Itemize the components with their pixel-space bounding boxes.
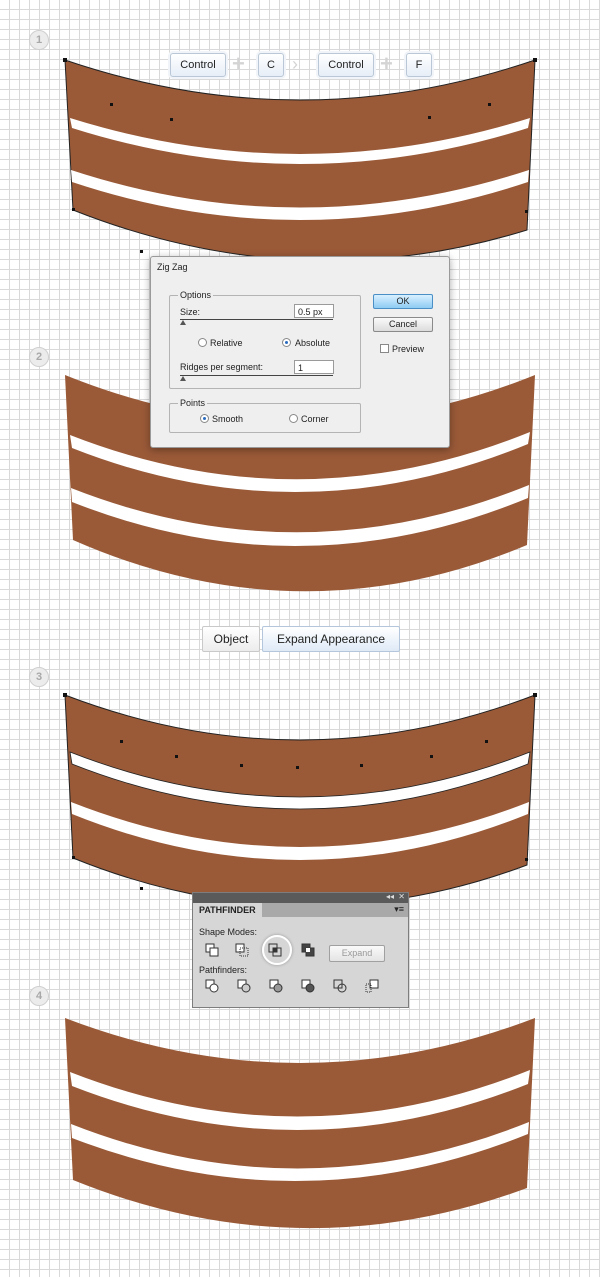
intersect-icon[interactable] <box>268 943 282 957</box>
outline-icon[interactable] <box>333 979 347 993</box>
menu-object: Object <box>202 626 260 652</box>
collapse-icon[interactable]: ◂◂ <box>386 892 394 901</box>
expand-button[interactable]: Expand <box>329 945 385 962</box>
corner-radio[interactable] <box>289 414 298 423</box>
ridges-slider-track[interactable] <box>180 375 333 376</box>
panel-tab-row: PATHFINDER ▾≡ <box>193 903 408 917</box>
unite-icon[interactable] <box>205 943 219 957</box>
corner-label: Corner <box>301 414 329 424</box>
tab-pathfinder[interactable]: PATHFINDER <box>193 903 262 917</box>
minus-back-icon[interactable] <box>365 979 379 993</box>
panel-titlebar: ◂◂ ✕ <box>193 892 408 903</box>
size-label: Size: <box>180 307 201 317</box>
divide-icon[interactable] <box>205 979 219 993</box>
trim-icon[interactable] <box>237 979 251 993</box>
size-slider-track[interactable] <box>180 319 333 320</box>
minus-front-icon[interactable] <box>235 943 249 957</box>
points-group: Points <box>169 398 361 433</box>
ok-button[interactable]: OK <box>373 294 433 309</box>
close-icon[interactable]: ✕ <box>398 892 405 901</box>
smooth-label: Smooth <box>212 414 244 424</box>
relative-label: Relative <box>210 338 243 348</box>
size-input[interactable]: 0.5 px <box>294 304 334 318</box>
options-legend: Options <box>178 290 214 300</box>
cancel-button[interactable]: Cancel <box>373 317 433 332</box>
smooth-radio[interactable] <box>200 414 209 423</box>
preview-checkbox[interactable] <box>380 344 389 353</box>
dialog-title: Zig Zag <box>157 262 188 272</box>
relative-radio[interactable] <box>198 338 207 347</box>
panel-menu-icon[interactable]: ▾≡ <box>394 904 404 915</box>
zigzag-dialog: Zig Zag Options Size: 0.5 px Relative Ab… <box>150 256 450 448</box>
cake-layer-4 <box>65 1018 535 1229</box>
pathfinder-panel: ◂◂ ✕ PATHFINDER ▾≡ Shape Modes: Expand P… <box>192 892 409 1008</box>
points-legend: Points <box>178 398 208 408</box>
pathfinders-label: Pathfinders: <box>199 965 248 975</box>
exclude-icon[interactable] <box>301 943 315 957</box>
menu-expand-appearance: Expand Appearance <box>262 626 400 652</box>
preview-label: Preview <box>392 344 425 354</box>
size-slider-thumb[interactable] <box>180 320 186 325</box>
ridges-input[interactable]: 1 <box>294 360 334 374</box>
absolute-radio[interactable] <box>282 338 291 347</box>
ridges-slider-thumb[interactable] <box>180 376 186 381</box>
ridges-label: Ridges per segment: <box>180 362 264 372</box>
merge-icon[interactable] <box>269 979 283 993</box>
absolute-label: Absolute <box>295 338 331 348</box>
cake-layer-3 <box>63 693 537 907</box>
crop-icon[interactable] <box>301 979 315 993</box>
cake-layer-1 <box>63 58 537 262</box>
shape-modes-label: Shape Modes: <box>199 927 258 937</box>
